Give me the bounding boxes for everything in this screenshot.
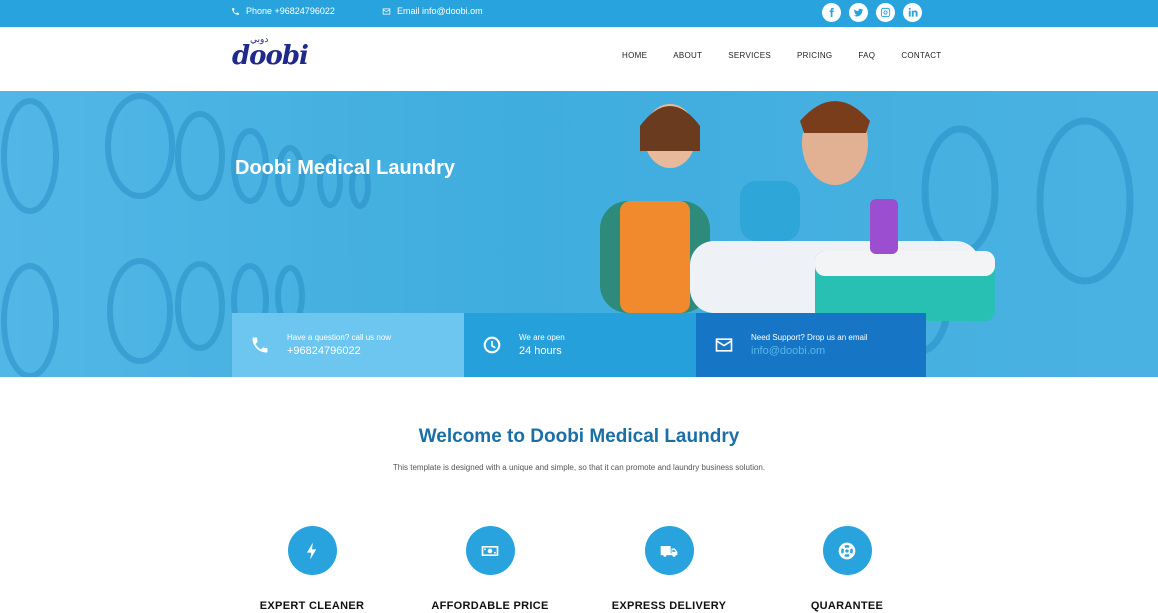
nav-contact[interactable]: CONTACT [901, 51, 941, 60]
info-email-label: Need Support? Drop us an email [751, 333, 868, 342]
feature-express-delivery: EXPRESS DELIVERY [599, 526, 739, 612]
hero-banner: Doobi Medical Laundry Have a question? c… [0, 91, 1158, 377]
doobi-logo[interactable]: دوبي doobi [232, 35, 312, 71]
feature-affordable-price: AFFORDABLE PRICE [420, 526, 560, 612]
envelope-icon [382, 8, 391, 14]
info-call-value: +96824796022 [287, 345, 361, 357]
info-box-hours: We are open 24 hours [464, 313, 696, 377]
topbar-email[interactable]: Email info@doobi.om [382, 0, 483, 22]
feature-label: AFFORDABLE PRICE [431, 600, 549, 612]
site-header: دوبي doobi HOME ABOUT SERVICES PRICING F… [0, 27, 1158, 91]
social-links [822, 3, 922, 22]
welcome-title: Welcome to Doobi Medical Laundry [418, 426, 740, 447]
nav-pricing[interactable]: PRICING [797, 51, 832, 60]
linkedin-icon[interactable] [903, 3, 922, 22]
topbar-email-text: Email info@doobi.om [397, 6, 483, 16]
envelope-icon [714, 335, 734, 355]
topbar-phone[interactable]: Phone +96824796022 [231, 0, 335, 22]
feature-label: EXPRESS DELIVERY [611, 600, 727, 612]
lifebuoy-icon [822, 526, 872, 575]
nav-faq[interactable]: FAQ [858, 51, 875, 60]
top-contact-bar: Phone +96824796022 Email info@doobi.om [0, 0, 1158, 27]
main-nav: HOME ABOUT SERVICES PRICING FAQ CONTACT [622, 51, 942, 60]
nav-home[interactable]: HOME [622, 51, 647, 60]
info-email-value: info@doobi.om [751, 345, 826, 357]
money-icon [465, 526, 515, 575]
bolt-icon [287, 526, 337, 575]
topbar-phone-text: Phone +96824796022 [246, 6, 335, 16]
facebook-icon[interactable] [822, 3, 841, 22]
phone-icon [232, 7, 239, 15]
nav-services[interactable]: SERVICES [728, 51, 771, 60]
feature-label: EXPERT CLEANER [259, 600, 365, 612]
phone-icon [250, 335, 270, 355]
truck-icon [644, 526, 694, 575]
feature-expert-cleaner: EXPERT CLEANER [242, 526, 382, 612]
info-box-call[interactable]: Have a question? call us now +9682479602… [232, 313, 464, 377]
welcome-subtitle: This template is designed with a unique … [392, 463, 766, 472]
hero-title: Doobi Medical Laundry [235, 157, 456, 179]
twitter-icon[interactable] [849, 3, 868, 22]
info-hours-label: We are open [519, 333, 565, 342]
info-box-email[interactable]: Need Support? Drop us an email info@doob… [696, 313, 926, 377]
feature-label: QUARANTEE [810, 600, 884, 612]
info-hours-value: 24 hours [519, 345, 562, 357]
nav-about[interactable]: ABOUT [673, 51, 702, 60]
instagram-icon[interactable] [876, 3, 895, 22]
logo-wordmark: doobi [232, 41, 309, 71]
info-call-label: Have a question? call us now [287, 333, 392, 342]
clock-icon [482, 335, 502, 355]
feature-quarantee: QUARANTEE [777, 526, 917, 612]
